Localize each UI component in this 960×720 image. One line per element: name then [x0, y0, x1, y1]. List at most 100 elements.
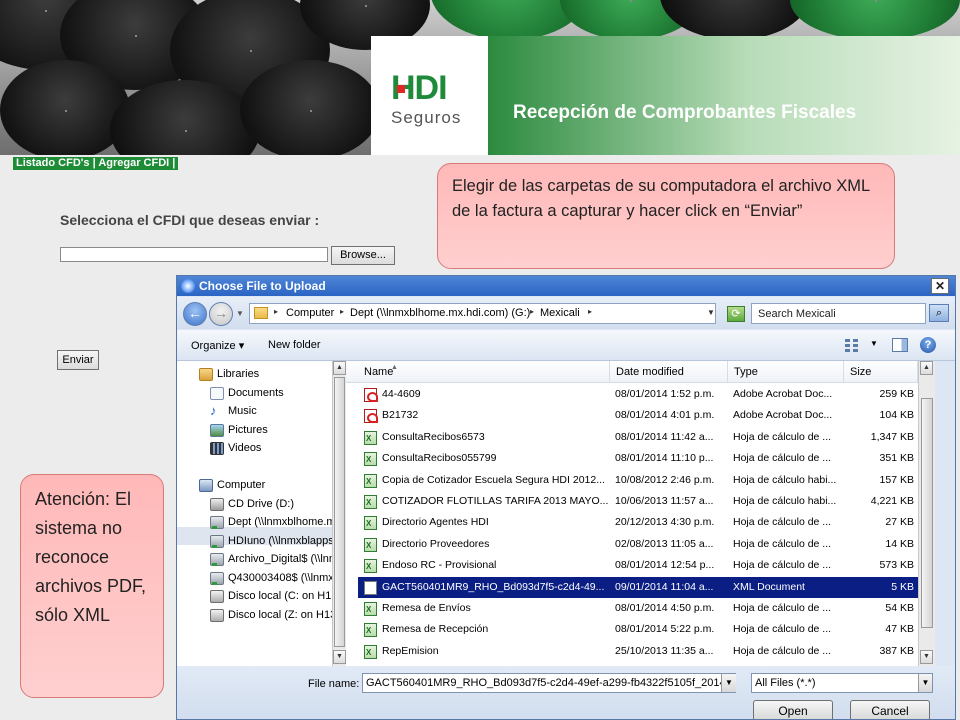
- file-size: 351 KB: [879, 452, 914, 465]
- nav-item-label: Computer: [217, 479, 266, 491]
- chevron-right-icon[interactable]: ▸: [588, 307, 592, 316]
- library-icon: [199, 368, 213, 381]
- scroll-up-icon[interactable]: ▲: [920, 361, 933, 375]
- nav-link-add-cfdi[interactable]: Agregar CFDI: [98, 157, 169, 169]
- search-input[interactable]: Search Mexicali: [751, 303, 926, 324]
- send-button[interactable]: Enviar: [57, 350, 99, 370]
- file-name-dropdown-icon[interactable]: ▼: [721, 674, 736, 692]
- back-arrow-icon[interactable]: ←: [183, 302, 207, 326]
- view-dropdown-icon[interactable]: ▼: [870, 339, 878, 348]
- organize-button[interactable]: Organize ▾: [191, 339, 244, 352]
- chevron-right-icon[interactable]: ▸: [340, 307, 344, 316]
- dialog-toolbar: Organize ▾ New folder ▼ ?: [177, 330, 955, 361]
- nav-item-label: Music: [228, 405, 257, 417]
- nav-item-label: HDIuno (\\lnmxblapps: [228, 535, 332, 547]
- file-path-input[interactable]: [60, 247, 328, 262]
- chevron-right-icon[interactable]: ▸: [530, 307, 534, 316]
- refresh-icon[interactable]: ⟳: [727, 306, 745, 322]
- file-type: Hoja de cálculo de ...: [733, 452, 832, 465]
- excel-file-icon: [364, 513, 377, 534]
- scroll-up-icon[interactable]: ▲: [333, 361, 346, 375]
- excel-file-icon: [364, 535, 377, 556]
- navigation-scrollbar[interactable]: ▲ ▼: [332, 361, 346, 666]
- file-date: 09/01/2014 11:04 a...: [615, 580, 714, 593]
- sort-ascending-icon: ▲: [391, 364, 398, 371]
- file-date: 08/01/2014 4:01 p.m.: [615, 409, 715, 422]
- file-name: Remesa de Envíos: [382, 602, 471, 614]
- file-type: Hoja de cálculo de ...: [733, 559, 832, 572]
- file-row[interactable]: ConsultaRecibos6573 08/01/2014 11:42 a...…: [358, 427, 918, 449]
- file-date: 08/01/2014 4:50 p.m.: [615, 602, 715, 614]
- file-size: 27 KB: [885, 516, 914, 529]
- file-row[interactable]: COTIZADOR FLOTILLAS TARIFA 2013 MAYO... 1…: [358, 491, 918, 513]
- file-row[interactable]: Remesa de Recepción 08/01/2014 5:22 p.m. H…: [358, 619, 918, 641]
- preview-pane-icon[interactable]: [892, 338, 908, 352]
- file-name: COTIZADOR FLOTILLAS TARIFA 2013 MAYO...: [382, 495, 608, 507]
- file-list-scrollbar[interactable]: ▲ ▼: [918, 361, 935, 666]
- nav-item-label: Disco local (C: on H13: [228, 590, 332, 602]
- help-icon[interactable]: ?: [920, 337, 936, 353]
- music-icon: ♪: [210, 403, 217, 418]
- breadcrumb-mexicali[interactable]: Mexicali: [540, 307, 580, 319]
- column-header-date[interactable]: Date modified: [610, 361, 728, 383]
- file-row[interactable]: RepEmision 25/10/2013 11:35 a... Hoja de c…: [358, 641, 918, 663]
- column-header-name[interactable]: Name ▲: [358, 361, 610, 383]
- page-title: Recepción de Comprobantes Fiscales: [513, 102, 857, 123]
- open-button[interactable]: Open: [753, 700, 833, 719]
- address-row: ← → ▼ ▸ Computer ▸ Dept (\\lnmxblhome.mx…: [177, 297, 955, 329]
- address-bar[interactable]: ▸ Computer ▸ Dept (\\lnmxblhome.mx.hdi.c…: [249, 303, 716, 324]
- file-name: RepEmision: [382, 644, 439, 657]
- file-type: Hoja de cálculo de ...: [733, 537, 832, 550]
- file-list: Name ▲ Date modified Type Size 44-4609 08…: [346, 361, 918, 666]
- recent-locations-dropdown-icon[interactable]: ▼: [236, 309, 244, 318]
- nav-item-label: Dept (\\lnmxblhome.m: [228, 516, 332, 528]
- view-options-icon[interactable]: [845, 338, 859, 352]
- new-folder-button[interactable]: New folder: [268, 339, 321, 351]
- column-header-size[interactable]: Size: [844, 361, 918, 383]
- scrollbar-thumb[interactable]: [334, 377, 345, 647]
- address-dropdown-icon[interactable]: ▼: [707, 308, 715, 317]
- file-row[interactable]: Remesa de Envíos 08/01/2014 4:50 p.m. Hoja…: [358, 598, 918, 620]
- search-icon[interactable]: ⌕: [929, 304, 949, 322]
- column-header-type[interactable]: Type: [728, 361, 844, 383]
- xml-file-icon: [364, 580, 377, 595]
- excel-file-icon: [364, 449, 377, 470]
- file-row[interactable]: GACT560401MR9_RHO_Bd093d7f5-c2d4-49... 09…: [358, 576, 918, 598]
- network-drive-icon: [210, 516, 224, 529]
- nav-link-list-cfd[interactable]: Listado CFD's: [16, 157, 90, 169]
- file-size: 4,221 KB: [870, 495, 914, 507]
- dialog-footer: File name: GACT560401MR9_RHO_Bd093d7f5-c…: [177, 666, 955, 719]
- scrollbar-thumb[interactable]: [921, 398, 933, 628]
- browse-button[interactable]: Browse...: [331, 246, 395, 265]
- file-name-input[interactable]: GACT560401MR9_RHO_Bd093d7f5-c2d4-49ef-a2…: [362, 673, 736, 693]
- dialog-title-bar[interactable]: Choose File to Upload ✕: [177, 276, 955, 296]
- file-type: XML Document: [733, 580, 805, 593]
- file-row[interactable]: Endoso RC - Provisional 08/01/2014 12:54 …: [358, 555, 918, 577]
- chevron-right-icon[interactable]: ▸: [274, 307, 278, 316]
- file-row[interactable]: 44-4609 08/01/2014 1:52 p.m. Adobe Acrobat…: [358, 384, 918, 405]
- excel-file-icon: [364, 428, 377, 449]
- forward-arrow-icon[interactable]: →: [209, 302, 233, 326]
- file-row[interactable]: Directorio Proveedores 02/08/2013 11:05 a…: [358, 534, 918, 556]
- file-row[interactable]: Directorio Agentes HDI 20/12/2013 4:30 p.…: [358, 512, 918, 534]
- scroll-down-icon[interactable]: ▼: [333, 650, 346, 664]
- file-row[interactable]: ConsultaRecibos055799 08/01/2014 11:10 p.…: [358, 448, 918, 470]
- scroll-down-icon[interactable]: ▼: [920, 650, 933, 664]
- column-header-row: Name ▲ Date modified Type Size: [346, 361, 918, 383]
- close-icon[interactable]: ✕: [931, 278, 949, 294]
- file-date: 08/01/2014 11:10 p...: [615, 452, 714, 465]
- search-placeholder: Search Mexicali: [758, 308, 836, 320]
- excel-file-icon: [364, 471, 377, 492]
- nav-item-label: Pictures: [228, 424, 268, 436]
- file-upload-dialog: Choose File to Upload ✕ ← → ▼ ▸ Computer…: [176, 275, 956, 720]
- file-type: Hoja de cálculo de ...: [733, 516, 832, 529]
- file-name: ConsultaRecibos6573: [382, 430, 485, 443]
- cancel-button[interactable]: Cancel: [850, 700, 930, 719]
- file-type-select[interactable]: All Files (*.*): [751, 673, 933, 693]
- breadcrumb-computer[interactable]: Computer: [286, 307, 334, 319]
- breadcrumb-dept-drive[interactable]: Dept (\\lnmxblhome.mx.hdi.com) (G:): [350, 307, 530, 319]
- file-type-dropdown-icon[interactable]: ▼: [918, 674, 932, 692]
- file-name: B21732: [382, 409, 419, 422]
- file-row[interactable]: B21732 08/01/2014 4:01 p.m. Adobe Acrobat …: [358, 405, 918, 426]
- file-row[interactable]: Copia de Cotizador Escuela Segura HDI 20…: [358, 470, 918, 492]
